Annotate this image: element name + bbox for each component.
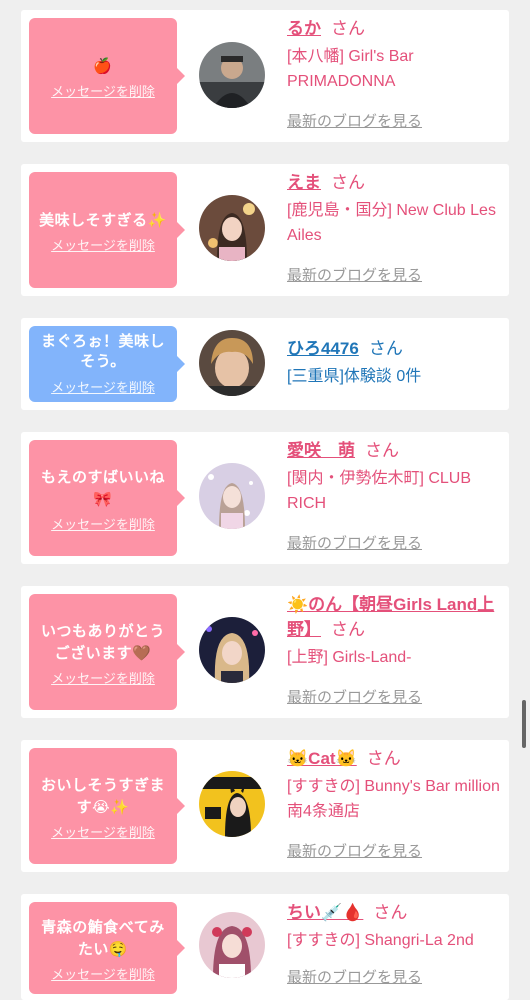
san-suffix: さん: [368, 339, 403, 358]
san-suffix: さん: [331, 19, 365, 38]
delete-message-link[interactable]: メッセージを削除: [51, 81, 155, 100]
avatar[interactable]: [199, 195, 265, 261]
message-bubble: 青森の鮪食べてみたい🤤 メッセージを削除: [29, 902, 185, 994]
latest-blog-link[interactable]: 最新のブログを見る: [287, 840, 422, 861]
user-info: 愛咲 萌さん [関内・伊勢佐木町] CLUB RICH: [287, 438, 501, 516]
user-name-link[interactable]: るか: [287, 19, 321, 38]
delete-message-link[interactable]: メッセージを削除: [51, 964, 155, 983]
san-suffix: さん: [373, 903, 408, 922]
user-name-link[interactable]: ひろ4476: [287, 339, 359, 358]
avatar[interactable]: [199, 617, 265, 683]
message-bubble: もえのすばいいね🎀 メッセージを削除: [29, 440, 185, 556]
message-text: おいしそうすぎます😭✨: [40, 775, 165, 816]
avatar[interactable]: [199, 42, 265, 108]
latest-blog-link[interactable]: 最新のブログを見る: [287, 110, 422, 131]
san-suffix: さん: [365, 441, 399, 460]
user-info: 🐱Cat🐱 さん [すすきの] Bunny's Bar million 南4条通店: [287, 746, 501, 824]
user-info: ひろ4476 さん [三重県]体験談 0件: [287, 336, 501, 389]
message-card: 美味しそすぎる✨ メッセージを削除 えま さん [鹿児島・国分] New Club…: [21, 164, 509, 296]
message-card: いつもありがとうございます🤎 メッセージを削除 ☀️のん【朝昼Girls Lan…: [21, 586, 509, 718]
message-text: いつもありがとうございます🤎: [40, 621, 165, 662]
user-info: るか さん [本八幡] Girl's Bar PRIMADONNA: [287, 16, 501, 94]
delete-message-link[interactable]: メッセージを削除: [51, 668, 155, 687]
user-info: ☀️のん【朝昼Girls Land上野】 さん [上野] Girls-Land-: [287, 592, 509, 670]
shop-name: [鹿児島・国分] New Club Les Ailes: [287, 202, 496, 244]
message-text: まぐろぉ！美味しそう。: [40, 332, 165, 370]
shop-name: [上野] Girls-Land-: [287, 649, 412, 666]
avatar[interactable]: [199, 771, 265, 837]
message-bubble: 🍎 メッセージを削除: [29, 18, 185, 134]
san-suffix: さん: [331, 620, 365, 639]
avatar[interactable]: [199, 463, 265, 529]
user-name-link[interactable]: えま: [287, 173, 321, 192]
shop-name: [すすきの] Shangri-La 2nd: [287, 932, 474, 949]
latest-blog-link[interactable]: 最新のブログを見る: [287, 686, 422, 707]
user-name-link[interactable]: 🐱Cat🐱: [287, 749, 357, 768]
message-card: おいしそうすぎます😭✨ メッセージを削除 🐱Cat🐱 さん [すすきの] Bunn…: [21, 740, 509, 872]
message-card: 青森の鮪食べてみたい🤤 メッセージを削除 ちい💉🩸 さん [すすきの] Shang…: [21, 894, 509, 1000]
shop-name: [すすきの] Bunny's Bar million 南4条通店: [287, 778, 500, 820]
shop-name: [三重県]体験談 0件: [287, 368, 422, 385]
latest-blog-link[interactable]: 最新のブログを見る: [287, 264, 422, 285]
shop-name: [関内・伊勢佐木町] CLUB RICH: [287, 470, 472, 512]
scrollbar[interactable]: [522, 700, 526, 748]
message-card: まぐろぉ！美味しそう。 メッセージを削除 ひろ4476 さん [三重県]体験談 0…: [21, 318, 509, 410]
message-card: もえのすばいいね🎀 メッセージを削除 愛咲 萌さん [関内・伊勢佐木町] CLU…: [21, 432, 509, 564]
message-text: 青森の鮪食べてみたい🤤: [41, 917, 165, 958]
message-text: もえのすばいいね🎀: [40, 467, 165, 508]
san-suffix: さん: [331, 173, 365, 192]
message-text: 🍎: [93, 56, 113, 75]
user-name-link[interactable]: 愛咲 萌: [287, 441, 355, 460]
message-bubble: おいしそうすぎます😭✨ メッセージを削除: [29, 748, 185, 864]
shop-name: [本八幡] Girl's Bar PRIMADONNA: [287, 48, 414, 90]
san-suffix: さん: [366, 749, 401, 768]
message-text: 美味しそすぎる✨: [39, 210, 167, 229]
delete-message-link[interactable]: メッセージを削除: [51, 377, 155, 396]
user-name-link[interactable]: ちい💉🩸: [287, 903, 363, 922]
latest-blog-link[interactable]: 最新のブログを見る: [287, 966, 422, 987]
avatar[interactable]: [199, 330, 265, 396]
user-info: えま さん [鹿児島・国分] New Club Les Ailes: [287, 170, 501, 248]
message-bubble: 美味しそすぎる✨ メッセージを削除: [29, 172, 185, 288]
user-info: ちい💉🩸 さん [すすきの] Shangri-La 2nd: [287, 900, 501, 953]
delete-message-link[interactable]: メッセージを削除: [51, 822, 155, 841]
latest-blog-link[interactable]: 最新のブログを見る: [287, 532, 422, 553]
delete-message-link[interactable]: メッセージを削除: [51, 235, 155, 254]
user-name-link[interactable]: ☀️のん【朝昼Girls Land上野】: [287, 595, 494, 639]
message-card: 🍎 メッセージを削除 るか さん [本八幡] Girl's Bar PRIMADO…: [21, 10, 509, 142]
avatar[interactable]: [199, 912, 265, 978]
message-bubble: いつもありがとうございます🤎 メッセージを削除: [29, 594, 185, 710]
message-bubble: まぐろぉ！美味しそう。 メッセージを削除: [29, 326, 185, 402]
delete-message-link[interactable]: メッセージを削除: [51, 514, 155, 533]
